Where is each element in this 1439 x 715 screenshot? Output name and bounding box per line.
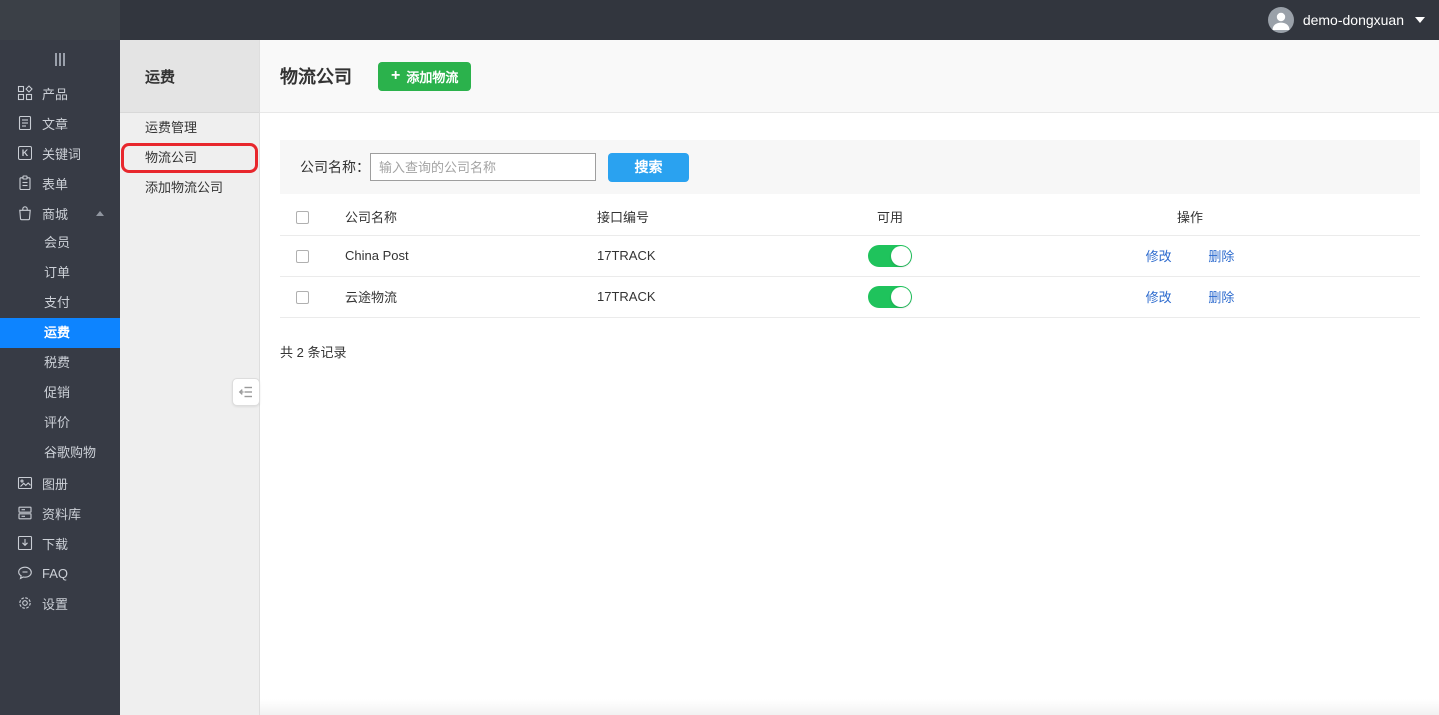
add-logistics-button[interactable]: + 添加物流 xyxy=(378,62,471,91)
sidebar-collapse-button[interactable] xyxy=(0,40,120,78)
submenu-collapse-button[interactable] xyxy=(232,378,260,406)
topbar: demo-dongxuan xyxy=(0,0,1439,40)
company-name-cell: 云途物流 xyxy=(325,276,580,317)
sidebar-subitem-shipping[interactable]: 运费 xyxy=(0,318,120,348)
delete-link[interactable]: 删除 xyxy=(1208,290,1234,305)
company-name-label: 公司名称： xyxy=(300,157,370,177)
enabled-toggle[interactable] xyxy=(868,245,912,267)
sidebar-item-label: 关键词 xyxy=(42,144,81,163)
library-icon xyxy=(17,505,33,521)
sidebar-item-faq[interactable]: FAQ xyxy=(0,558,120,588)
gear-icon xyxy=(17,595,33,611)
toggle-knob xyxy=(891,287,911,307)
chevron-down-icon xyxy=(1415,17,1425,23)
submenu-item-add-logistics-company[interactable]: 添加物流公司 xyxy=(120,173,259,203)
user-avatar-icon xyxy=(1268,7,1294,33)
row-checkbox[interactable] xyxy=(296,250,309,263)
page-header: 物流公司 + 添加物流 xyxy=(260,40,1439,113)
row-checkbox[interactable] xyxy=(296,291,309,304)
sidebar-subitem-members[interactable]: 会员 xyxy=(0,228,120,258)
column-header-actions: 操作 xyxy=(960,198,1420,235)
collapse-menu-icon xyxy=(238,384,254,400)
sidebar-subitem-reviews[interactable]: 评价 xyxy=(0,408,120,438)
sidebar-subitem-google-shopping[interactable]: 谷歌购物 xyxy=(0,438,120,468)
sidebar-item-label: 图册 xyxy=(42,474,68,493)
sidebar: 产品 文章 K 关键词 表单 商城 会员 订单 支付 运费 税费 促销 评价 谷… xyxy=(0,40,120,715)
plus-icon: + xyxy=(391,68,400,84)
sidebar-subitem-tax[interactable]: 税费 xyxy=(0,348,120,378)
add-logistics-button-label: 添加物流 xyxy=(406,67,458,86)
sidebar-item-mall[interactable]: 商城 xyxy=(0,198,120,228)
column-header-available: 可用 xyxy=(820,198,960,235)
collapse-bars-icon xyxy=(55,53,65,66)
company-name-input[interactable] xyxy=(370,153,596,181)
main-content: 物流公司 + 添加物流 公司名称： 搜索 公司名称 接口编号 可用 操作 xyxy=(260,40,1439,715)
sidebar-subitem-promotion[interactable]: 促销 xyxy=(0,378,120,408)
user-menu[interactable]: demo-dongxuan xyxy=(1268,0,1425,40)
sidebar-subitem-payment[interactable]: 支付 xyxy=(0,288,120,318)
user-name: demo-dongxuan xyxy=(1303,12,1404,28)
toggle-knob xyxy=(891,246,911,266)
api-code-cell: 17TRACK xyxy=(580,235,820,276)
column-header-api-code: 接口编号 xyxy=(580,198,820,235)
select-all-checkbox[interactable] xyxy=(296,211,309,224)
products-grid-icon xyxy=(17,85,33,101)
submenu-item-shipping-management[interactable]: 运费管理 xyxy=(120,113,259,143)
sidebar-item-label: 表单 xyxy=(42,174,68,193)
secondary-sidebar: 运费 运费管理 物流公司 添加物流公司 xyxy=(120,40,260,715)
sidebar-item-label: 下载 xyxy=(42,534,68,553)
api-code-cell: 17TRACK xyxy=(580,276,820,317)
mall-bag-icon xyxy=(17,205,33,221)
sidebar-item-library[interactable]: 资料库 xyxy=(0,498,120,528)
sidebar-item-label: FAQ xyxy=(42,566,68,581)
sidebar-item-products[interactable]: 产品 xyxy=(0,78,120,108)
sidebar-item-label: 产品 xyxy=(42,84,68,103)
sidebar-item-label: 商城 xyxy=(42,204,68,223)
sidebar-item-albums[interactable]: 图册 xyxy=(0,468,120,498)
edit-link[interactable]: 修改 xyxy=(1146,290,1172,305)
sidebar-item-keywords[interactable]: K 关键词 xyxy=(0,138,120,168)
sidebar-item-label: 文章 xyxy=(42,114,68,133)
sidebar-subitem-orders[interactable]: 订单 xyxy=(0,258,120,288)
form-icon xyxy=(17,175,33,191)
logo-area xyxy=(0,0,120,40)
album-icon xyxy=(17,475,33,491)
page-title: 物流公司 xyxy=(280,63,352,89)
search-button[interactable]: 搜索 xyxy=(608,153,689,182)
submenu-item-logistics-companies[interactable]: 物流公司 xyxy=(120,143,259,173)
sidebar-item-downloads[interactable]: 下载 xyxy=(0,528,120,558)
sidebar-item-settings[interactable]: 设置 xyxy=(0,588,120,618)
sidebar-item-label: 资料库 xyxy=(42,504,81,523)
sidebar-item-forms[interactable]: 表单 xyxy=(0,168,120,198)
edit-link[interactable]: 修改 xyxy=(1146,249,1172,264)
sidebar-item-label: 设置 xyxy=(42,594,68,613)
record-count: 共 2 条记录 xyxy=(280,342,1420,361)
article-icon xyxy=(17,115,33,131)
logistics-table: 公司名称 接口编号 可用 操作 China Post 17TRACK 修改 删除 xyxy=(280,198,1420,318)
company-name-cell: China Post xyxy=(325,235,580,276)
secondary-sidebar-title: 运费 xyxy=(120,40,259,113)
download-icon xyxy=(17,535,33,551)
enabled-toggle[interactable] xyxy=(868,286,912,308)
search-bar: 公司名称： 搜索 xyxy=(280,140,1420,194)
chevron-up-icon xyxy=(96,211,104,216)
table-header-row: 公司名称 接口编号 可用 操作 xyxy=(280,198,1420,235)
keyword-icon: K xyxy=(17,145,33,161)
table-row: 云途物流 17TRACK 修改 删除 xyxy=(280,276,1420,317)
delete-link[interactable]: 删除 xyxy=(1208,249,1234,264)
sidebar-item-articles[interactable]: 文章 xyxy=(0,108,120,138)
table-row: China Post 17TRACK 修改 删除 xyxy=(280,235,1420,276)
faq-bubble-icon xyxy=(17,565,33,581)
column-header-company-name: 公司名称 xyxy=(325,198,580,235)
